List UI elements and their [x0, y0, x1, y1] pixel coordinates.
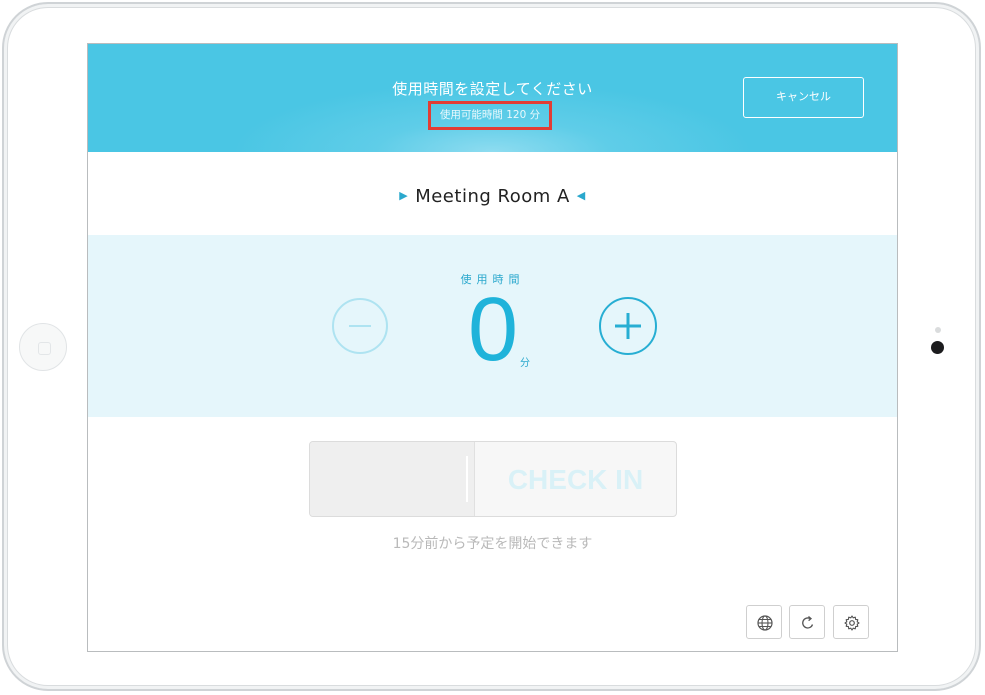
duration-panel: 使用時間 0 分: [88, 235, 897, 417]
front-camera: [931, 341, 944, 354]
room-name: Meeting Room A: [415, 186, 570, 207]
triangle-left-icon[interactable]: ◀: [577, 189, 586, 202]
check-in-hint: 15分前から予定を開始できます: [392, 536, 593, 552]
header-bar: 使用時間を設定してください 使用可能時間 120 分 キャンセル: [88, 44, 897, 152]
gear-icon: [844, 615, 860, 631]
sensor-dot: [935, 327, 941, 333]
room-selector: ▶ Meeting Room A ◀: [88, 186, 897, 207]
duration-value: 0: [467, 280, 519, 380]
refresh-icon: [802, 616, 814, 629]
plus-circle-icon-vertical: [626, 313, 630, 339]
decrement-button[interactable]: [332, 298, 388, 354]
check-in-label: CHECK IN: [507, 464, 644, 495]
check-in-slider[interactable]: CHECK IN: [309, 441, 677, 517]
duration-unit: 分: [520, 358, 530, 369]
triangle-right-icon[interactable]: ▶: [399, 189, 408, 202]
grip-line: [466, 456, 468, 502]
slider-handle[interactable]: [310, 442, 475, 516]
settings-button[interactable]: [833, 605, 869, 639]
home-button-icon: [38, 342, 51, 355]
cancel-button[interactable]: キャンセル: [743, 77, 864, 118]
available-time-label: 使用可能時間 120 分: [428, 101, 552, 130]
increment-button[interactable]: [599, 297, 657, 355]
globe-icon: [757, 615, 773, 631]
language-button[interactable]: [746, 605, 782, 639]
app-screen: 使用時間を設定してください 使用可能時間 120 分 キャンセル ▶ Meetin…: [87, 43, 898, 652]
refresh-button[interactable]: [789, 605, 825, 639]
home-button[interactable]: [19, 323, 67, 371]
minus-circle-icon: [349, 325, 371, 327]
